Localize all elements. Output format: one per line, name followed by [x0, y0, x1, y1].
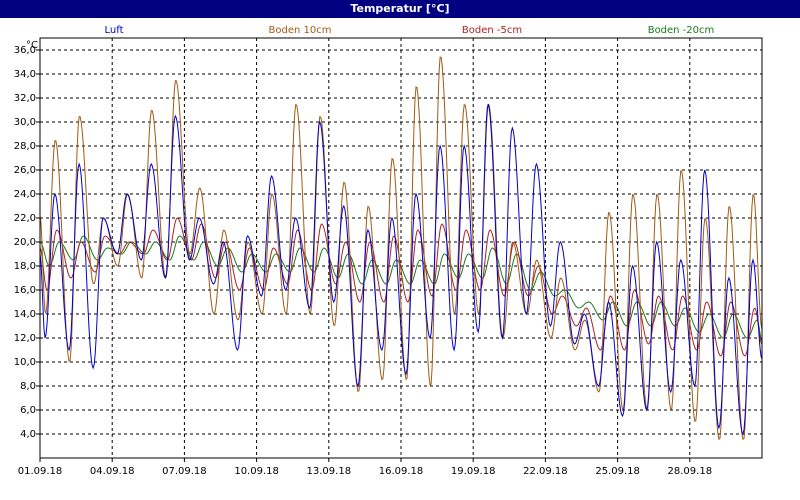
- x-tick-label: 28.09.18: [668, 466, 713, 477]
- x-tick-label: 16.09.18: [379, 466, 424, 477]
- x-tick-label: 01.09.18: [18, 466, 63, 477]
- x-tick-label: 25.09.18: [595, 466, 640, 477]
- legend-entry: Luft: [105, 25, 124, 36]
- y-tick-label: 30,0: [14, 117, 36, 128]
- chart-title: Temperatur [°C]: [350, 2, 450, 15]
- x-tick-label: 10.09.18: [234, 466, 279, 477]
- y-tick-label: 4,0: [20, 429, 36, 440]
- y-tick-label: 18,0: [14, 261, 36, 272]
- y-tick-label: 14,0: [14, 309, 36, 320]
- x-tick-label: 22.09.18: [523, 466, 568, 477]
- y-tick-label: 28,0: [14, 141, 36, 152]
- x-tick-label: 19.09.18: [451, 466, 496, 477]
- x-tick-label: 13.09.18: [307, 466, 352, 477]
- x-tick-label: 07.09.18: [162, 466, 207, 477]
- y-tick-label: 24,0: [14, 189, 36, 200]
- chart-title-bar: Temperatur [°C]: [0, 0, 800, 18]
- temperature-chart: 4,0 6,0 8,0 10,0 12,0 14,0 16,0 18,0 20,0 22,0 24,…: [14, 25, 763, 477]
- y-tick-label: 6,0: [20, 405, 36, 416]
- y-axis-ticks: 4,0 6,0 8,0 10,0 12,0 14,0 16,0 18,0 20,0 22,0 24,…: [14, 45, 40, 440]
- y-tick-label: 8,0: [20, 381, 36, 392]
- y-axis-label: °C: [26, 40, 38, 51]
- y-tick-label: 16,0: [14, 285, 36, 296]
- x-axis-ticks: 01.09.18 04.09.18 07.09.18 10.09.18 13.09.18…: [18, 458, 712, 477]
- y-tick-label: 20,0: [14, 237, 36, 248]
- y-tick-label: 32,0: [14, 93, 36, 104]
- y-tick-label: 12,0: [14, 333, 36, 344]
- legend-entry: Boden -20cm: [648, 25, 715, 36]
- y-tick-label: 22,0: [14, 213, 36, 224]
- legend: Luft Boden 10cm Boden -5cm Boden -20cm: [105, 25, 715, 36]
- x-tick-label: 04.09.18: [90, 466, 135, 477]
- legend-entry: Boden -5cm: [462, 25, 522, 36]
- y-tick-label: 34,0: [14, 69, 36, 80]
- legend-entry: Boden 10cm: [269, 25, 332, 36]
- y-tick-label: 26,0: [14, 165, 36, 176]
- y-tick-label: 10,0: [14, 357, 36, 368]
